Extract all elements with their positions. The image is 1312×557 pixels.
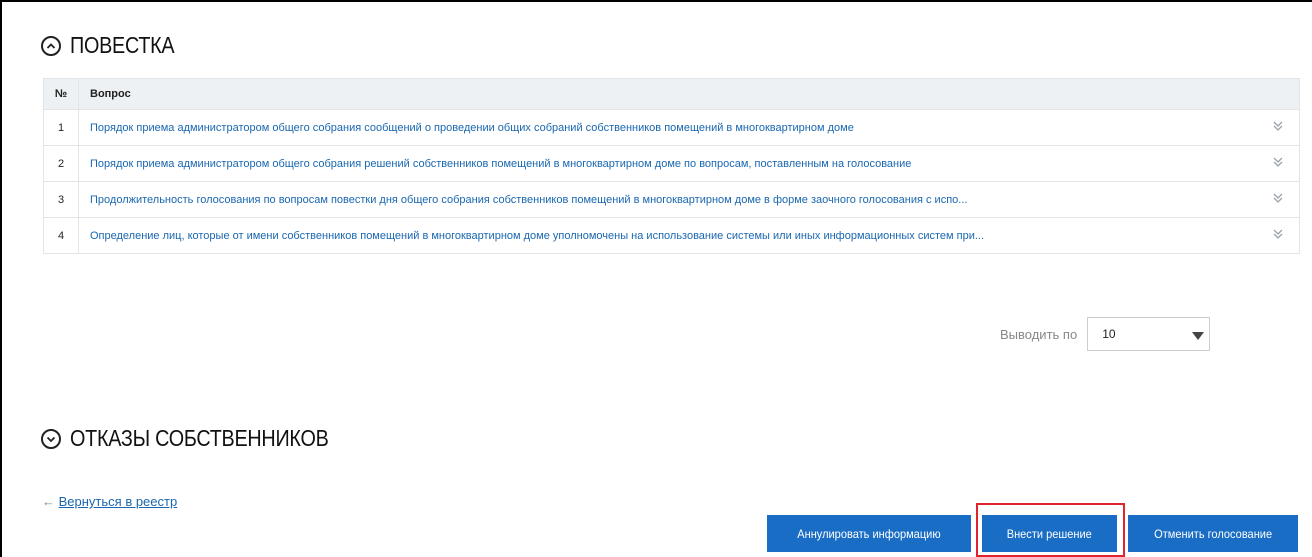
- question-link[interactable]: Порядок приема администратором общего со…: [90, 158, 911, 170]
- back-to-registry: ← Вернуться в реестр: [42, 494, 177, 509]
- back-to-registry-link[interactable]: Вернуться в реестр: [59, 494, 178, 509]
- expand-row-icon[interactable]: [1257, 181, 1300, 218]
- agenda-table: № Вопрос 1 Порядок приема администраторо…: [43, 78, 1300, 254]
- row-number: 1: [43, 109, 79, 146]
- row-number: 4: [43, 217, 79, 254]
- expand-icon[interactable]: [41, 428, 61, 449]
- question-link[interactable]: Определение лиц, которые от имени собств…: [90, 230, 984, 242]
- question-link[interactable]: Продолжительность голосования по вопроса…: [90, 194, 967, 206]
- page-size-select[interactable]: 10: [1087, 317, 1211, 351]
- highlight-box: [976, 503, 1125, 557]
- table-row: 4 Определение лиц, которые от имени собс…: [43, 217, 1300, 254]
- table-row: 1 Порядок приема администратором общего …: [43, 109, 1300, 146]
- expand-row-icon[interactable]: [1257, 145, 1300, 182]
- column-header-expand: [1257, 78, 1300, 110]
- dropdown-arrow-icon: [1192, 332, 1205, 340]
- back-arrow-icon: ←: [42, 494, 55, 509]
- column-header-question: Вопрос: [78, 78, 1258, 110]
- page-size-control: Выводить по 10: [1000, 317, 1211, 351]
- column-header-num: №: [43, 78, 79, 110]
- question-link[interactable]: Порядок приема администратором общего со…: [90, 122, 854, 134]
- annul-info-label: Аннулировать информацию: [797, 526, 941, 541]
- annul-info-button[interactable]: Аннулировать информацию: [767, 515, 971, 552]
- row-number: 3: [43, 181, 79, 218]
- row-number: 2: [43, 145, 79, 182]
- refusals-title: ОТКАЗЫ СОБСТВЕННИКОВ: [70, 425, 329, 451]
- expand-row-icon[interactable]: [1257, 109, 1300, 146]
- table-header-row: № Вопрос: [43, 78, 1300, 110]
- page-size-label: Выводить по: [1000, 326, 1078, 342]
- cancel-voting-button[interactable]: Отменить голосование: [1128, 515, 1298, 552]
- agenda-title: ПОВЕСТКА: [70, 32, 175, 58]
- table-row: 3 Продолжительность голосования по вопро…: [43, 181, 1300, 218]
- page-size-value: 10: [1102, 327, 1116, 341]
- table-row: 2 Порядок приема администратором общего …: [43, 145, 1300, 182]
- expand-row-icon[interactable]: [1257, 217, 1300, 254]
- collapse-icon[interactable]: [41, 35, 61, 56]
- agenda-section-header[interactable]: ПОВЕСТКА: [41, 32, 191, 59]
- refusals-section-header[interactable]: ОТКАЗЫ СОБСТВЕННИКОВ: [41, 425, 371, 452]
- cancel-voting-label: Отменить голосование: [1154, 526, 1272, 541]
